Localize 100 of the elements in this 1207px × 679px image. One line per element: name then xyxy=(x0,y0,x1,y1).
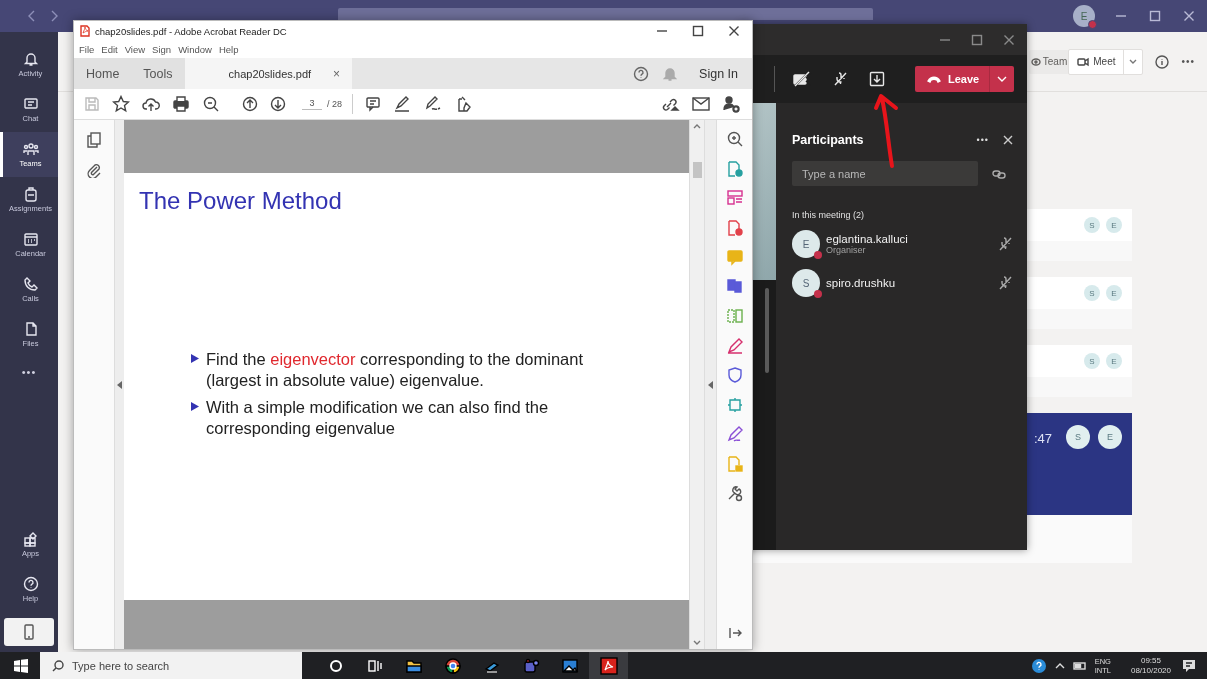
participant-role: Organiser xyxy=(826,245,866,255)
section-header[interactable]: In this meeting (2) xyxy=(792,210,1013,220)
page-up-icon[interactable] xyxy=(242,96,258,112)
paperclip-icon[interactable] xyxy=(87,162,101,178)
browser-icon[interactable] xyxy=(443,656,462,675)
battery-icon[interactable] xyxy=(1072,661,1087,670)
participant-name[interactable]: eglantina.kalluci xyxy=(826,233,992,245)
avatar: S xyxy=(792,269,820,297)
bell-icon xyxy=(22,51,39,67)
notification-icon[interactable] xyxy=(1181,657,1197,674)
close-icon[interactable] xyxy=(1003,33,1015,46)
video-camera-icon xyxy=(1077,56,1090,67)
menu-item[interactable]: Help xyxy=(218,44,239,55)
avatar: E xyxy=(1098,425,1122,449)
mic-off-icon[interactable] xyxy=(833,71,849,87)
menu-item[interactable]: Window xyxy=(178,44,212,55)
tab[interactable]: Home xyxy=(74,58,132,89)
avatar: S xyxy=(1084,353,1100,369)
maximize-icon[interactable] xyxy=(1149,10,1161,22)
participant-name[interactable]: spiro.drushku xyxy=(826,277,992,289)
more-apps-button[interactable]: ••• xyxy=(0,357,58,387)
leave-button[interactable]: Leave xyxy=(915,66,1015,92)
tab[interactable]: Tools xyxy=(131,58,185,89)
mic-off-icon[interactable] xyxy=(998,236,1013,252)
zoom-icon[interactable] xyxy=(725,130,744,148)
device-button[interactable] xyxy=(4,618,54,646)
bullet-text: Find the eigenvector corresponding to the dominant (largest in absolute value) eigenvalue. xyxy=(206,349,584,391)
close-icon[interactable] xyxy=(728,25,740,37)
page-number-field[interactable]: 3 xyxy=(302,98,322,110)
calendar-icon xyxy=(22,231,39,247)
phone-icon xyxy=(22,276,39,292)
document-edit-icon[interactable] xyxy=(455,95,473,113)
avatar: S xyxy=(1084,217,1100,233)
sign-in-button[interactable]: Sign In xyxy=(699,66,738,81)
mail-icon[interactable] xyxy=(692,97,710,111)
scrollbar-thumb[interactable] xyxy=(765,288,769,373)
eye-icon xyxy=(1030,57,1041,66)
share-tray-icon[interactable] xyxy=(869,71,885,87)
maximize-icon[interactable] xyxy=(971,33,983,46)
pdf-icon xyxy=(80,25,90,37)
link-icon[interactable] xyxy=(992,168,1006,179)
help-icon[interactable] xyxy=(633,65,650,82)
shield-icon[interactable] xyxy=(725,366,744,384)
window-title: chap20slides.pdf - Adobe Acrobat Reader DC xyxy=(95,25,288,37)
add-person-icon[interactable] xyxy=(722,95,740,113)
search-field[interactable]: Type a name xyxy=(792,161,978,186)
link-icon[interactable] xyxy=(660,96,680,112)
teams-icon[interactable] xyxy=(521,656,540,675)
back-icon[interactable] xyxy=(28,10,36,22)
photos-icon[interactable] xyxy=(560,656,579,675)
close-tab-button[interactable]: × xyxy=(333,66,341,81)
menu-item[interactable]: File xyxy=(79,44,95,55)
maximize-icon[interactable] xyxy=(692,25,704,37)
menu-item[interactable]: Edit xyxy=(101,44,118,55)
star-icon[interactable] xyxy=(112,95,130,113)
signature-icon[interactable] xyxy=(725,425,744,443)
mic-off-icon[interactable] xyxy=(998,275,1013,291)
clock[interactable]: 09:55 08/10/2020 xyxy=(1130,655,1171,676)
forward-icon[interactable] xyxy=(50,10,58,22)
windows-icon[interactable] xyxy=(14,658,28,673)
page-down-icon[interactable] xyxy=(270,96,286,112)
comment-icon[interactable] xyxy=(365,96,381,112)
print-icon[interactable] xyxy=(172,96,190,112)
chevron-up-icon[interactable] xyxy=(1054,662,1065,669)
backpack-icon xyxy=(22,186,39,202)
sign-icon[interactable] xyxy=(423,95,443,113)
pen-icon[interactable] xyxy=(725,336,744,355)
cloud-upload-icon[interactable] xyxy=(142,96,160,112)
bullet-icon xyxy=(191,402,199,411)
meeting-time: :47 xyxy=(1033,431,1052,446)
more-button[interactable]: ••• xyxy=(1181,56,1195,67)
more-button[interactable]: ••• xyxy=(976,135,989,145)
avatar: E xyxy=(1106,217,1122,233)
zoom-out-icon[interactable] xyxy=(202,95,220,113)
pdf-app-icon[interactable] xyxy=(599,656,618,675)
layout-icon[interactable] xyxy=(725,189,744,207)
bullet-icon xyxy=(191,354,199,363)
highlighter-icon[interactable] xyxy=(393,95,411,113)
tab[interactable]: chap20slides.pdf × xyxy=(184,58,353,89)
menu-item[interactable]: View xyxy=(124,44,146,55)
collapse-pane-icon[interactable] xyxy=(727,627,742,639)
team-button[interactable]: Team xyxy=(1028,49,1070,74)
search-field[interactable]: Type here to search xyxy=(40,652,302,679)
camera-off-icon[interactable] xyxy=(793,71,813,87)
info-icon[interactable] xyxy=(1155,54,1170,69)
scroll-down-icon[interactable] xyxy=(693,640,701,645)
help-circle-icon[interactable] xyxy=(1030,657,1047,674)
chat-icon xyxy=(22,96,39,112)
avatar: S xyxy=(1084,285,1100,301)
panel-title: Participants xyxy=(792,133,865,147)
chevron-down-icon[interactable] xyxy=(1129,58,1138,65)
collapse-left-icon[interactable] xyxy=(117,380,122,389)
search-field[interactable] xyxy=(338,8,873,20)
scrollbar-thumb[interactable] xyxy=(692,161,702,178)
scroll-up-icon[interactable] xyxy=(693,124,701,129)
close-icon[interactable] xyxy=(1183,10,1195,22)
collapse-left-icon[interactable] xyxy=(708,380,713,389)
hang-up-icon xyxy=(927,75,941,83)
menu-item[interactable]: Sign xyxy=(152,44,172,55)
pages-icon[interactable] xyxy=(87,132,101,148)
